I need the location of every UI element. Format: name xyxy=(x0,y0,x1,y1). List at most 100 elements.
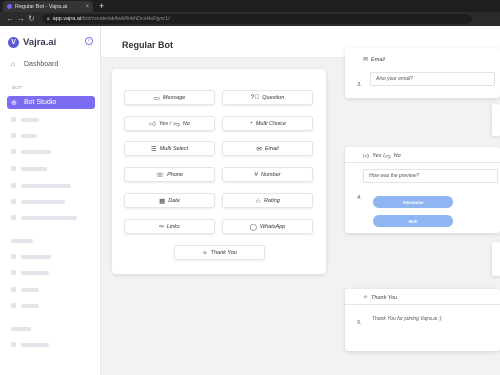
placeholder-label xyxy=(21,117,39,122)
sidebar-item-placeholder[interactable] xyxy=(11,183,71,188)
placeholder-icon xyxy=(11,303,16,308)
whatsapp-block-button[interactable]: ◯ WhatsApp xyxy=(222,219,313,234)
question-number: 4. xyxy=(357,195,362,201)
placeholder-label xyxy=(11,326,31,331)
home-icon: ⌂ xyxy=(11,61,16,68)
block-label: Yes / xyxy=(158,120,172,127)
sidebar-section-placeholder xyxy=(11,326,31,331)
placeholder-icon xyxy=(11,199,16,204)
envelope-icon: ✉︎ xyxy=(256,145,262,153)
question-number: 5. xyxy=(357,320,362,326)
placeholder-icon xyxy=(11,149,16,154)
list-icon: ☰ xyxy=(150,145,157,153)
multi-choice-icon: ◔ xyxy=(248,120,253,127)
sparkle-icon: ✧ xyxy=(202,249,208,257)
card-header: ✧ Thank You xyxy=(363,294,397,302)
sidebar-item-placeholder[interactable] xyxy=(11,215,77,220)
sidebar-item-placeholder[interactable] xyxy=(11,199,65,204)
placeholder-icon xyxy=(11,183,16,188)
placeholder-icon xyxy=(11,215,16,220)
choice-option-no[interactable]: Meh xyxy=(373,215,453,227)
placeholder-label xyxy=(11,238,33,243)
whatsapp-icon: ◯ xyxy=(249,223,257,231)
yes-no-question-card[interactable]: 👍︎ Yes / 👎︎ No How was the preview? 4. A… xyxy=(345,147,500,233)
phone-icon: ☏ xyxy=(155,171,165,179)
block-label: Thank You xyxy=(210,249,237,256)
placeholder-label xyxy=(21,270,49,275)
reload-button[interactable]: ↻ xyxy=(28,13,35,25)
sidebar-item-placeholder[interactable] xyxy=(11,166,47,171)
block-label: No xyxy=(182,120,190,127)
placeholder-label xyxy=(21,183,71,188)
placeholder-icon xyxy=(11,254,16,259)
forward-button[interactable]: → xyxy=(17,13,25,25)
placeholder-label xyxy=(21,215,77,220)
favicon-icon xyxy=(7,4,12,9)
url-field[interactable]: 🔒︎ app.vajra.ai /bot/create/ak4wkRnkhDcx… xyxy=(42,14,472,24)
tab-close-icon[interactable]: × xyxy=(85,4,89,10)
block-label: Question xyxy=(262,94,285,101)
sidebar-section-placeholder xyxy=(11,238,33,243)
thank-you-card[interactable]: ✧ Thank You 5. Thank You for joining Vaj… xyxy=(345,289,500,351)
sidebar-item-placeholder[interactable] xyxy=(11,117,39,122)
card-header-label: Email xyxy=(371,56,385,63)
rating-block-button[interactable]: ☆ Rating xyxy=(222,193,313,208)
brand[interactable]: V Vajra.ai xyxy=(8,37,56,48)
url-host: app.vajra.ai xyxy=(52,16,82,22)
card-edge xyxy=(492,242,500,276)
card-header-label: No xyxy=(393,153,401,159)
card-header: 👍︎ Yes / 👎︎ No xyxy=(363,152,401,160)
phone-block-button[interactable]: ☏ Phone xyxy=(124,167,215,182)
message-block-button[interactable]: ▭ Message xyxy=(124,90,215,105)
sidebar-item-placeholder[interactable] xyxy=(11,133,37,138)
sidebar-item-placeholder[interactable] xyxy=(11,342,49,347)
question-text-field[interactable]: Also your email? xyxy=(370,72,495,86)
links-block-button[interactable]: ∞ Links xyxy=(124,219,215,234)
sidebar-item-placeholder[interactable] xyxy=(11,149,51,154)
sidebar-item-placeholder[interactable] xyxy=(11,287,39,292)
yes-no-block-button[interactable]: 👍︎ Yes / 👎︎ No xyxy=(124,116,215,131)
choice-option-yes[interactable]: Awesome xyxy=(373,196,453,208)
message-icon: ▭ xyxy=(153,94,160,102)
block-label: Multi Choice xyxy=(255,120,287,127)
block-label: Message xyxy=(162,94,186,101)
sidebar-item-dashboard[interactable]: ⌂ Dashboard xyxy=(7,58,95,71)
block-label: Links xyxy=(166,223,180,230)
block-label: Rating xyxy=(263,197,280,204)
multi-select-block-button[interactable]: ☰ Multi Select xyxy=(124,141,215,156)
question-text-field[interactable]: How was the preview? xyxy=(363,169,498,183)
sidebar-item-placeholder[interactable] xyxy=(11,270,49,275)
browser-tab[interactable]: Regular Bot - Vajra.ai × xyxy=(3,1,93,12)
placeholder-icon xyxy=(11,270,16,275)
number-block-button[interactable]: # Number xyxy=(222,167,313,182)
new-tab-button[interactable]: + xyxy=(99,1,104,11)
block-label: Multi Select xyxy=(159,145,189,152)
sidebar-item-placeholder[interactable] xyxy=(11,303,39,308)
question-block-button[interactable]: ?⃝ Question xyxy=(222,90,313,105)
card-edge xyxy=(492,104,500,136)
placeholder-icon xyxy=(11,166,16,171)
tab-title: Regular Bot - Vajra.ai xyxy=(15,3,68,10)
date-block-button[interactable]: ▦ Date xyxy=(124,193,215,208)
sidebar-item-label: Bot Studio xyxy=(24,99,57,106)
thank-you-message[interactable]: Thank You for joining Vajra.ai :) xyxy=(367,312,497,326)
thumbs-up-icon: 👍︎ xyxy=(363,154,370,160)
email-question-card[interactable]: ✉︎ Email 3. Also your email? xyxy=(345,48,500,98)
multi-choice-block-button[interactable]: ◔ Multi Choice xyxy=(222,116,313,131)
section-label-bot: BOT xyxy=(12,85,23,90)
calendar-icon: ▦ xyxy=(159,197,166,205)
sidebar-item-bot-studio[interactable]: ⊕ Bot Studio xyxy=(7,96,95,109)
sidebar-item-placeholder[interactable] xyxy=(11,254,51,259)
back-button[interactable]: ← xyxy=(6,13,14,25)
lock-icon: 🔒︎ xyxy=(47,16,50,22)
block-label: Number xyxy=(261,171,281,178)
sparkle-icon: ✧ xyxy=(363,295,369,301)
placeholder-label xyxy=(21,133,37,138)
placeholder-icon xyxy=(11,133,16,138)
chevron-left-icon[interactable]: ‹ xyxy=(85,37,93,45)
card-divider xyxy=(345,304,500,305)
thank-you-block-button[interactable]: ✧ Thank You xyxy=(174,245,265,260)
placeholder-icon xyxy=(11,117,16,122)
placeholder-label xyxy=(21,149,51,154)
email-block-button[interactable]: ✉︎ Email xyxy=(222,141,313,156)
